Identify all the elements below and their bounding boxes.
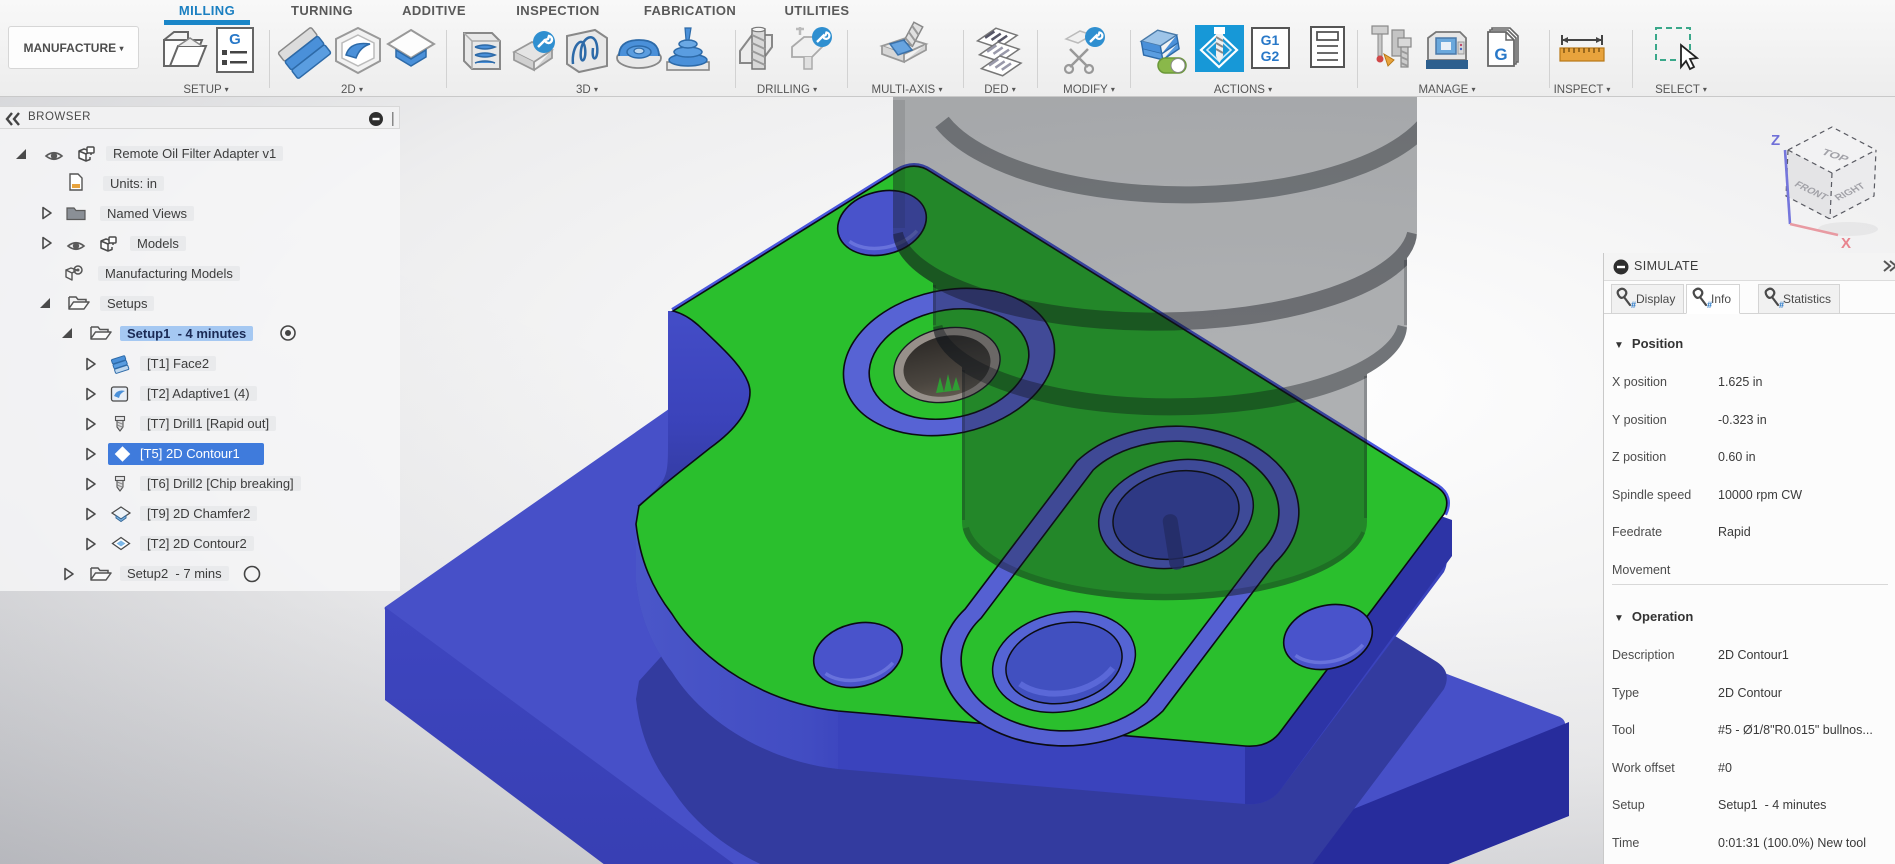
svg-text:G: G	[229, 31, 241, 48]
svg-text:X: X	[1841, 235, 1851, 252]
svg-text:G2: G2	[1261, 48, 1280, 64]
svg-text:Z: Z	[1771, 132, 1780, 149]
svg-text:G: G	[1494, 45, 1507, 64]
svg-text:G1: G1	[1261, 32, 1280, 48]
